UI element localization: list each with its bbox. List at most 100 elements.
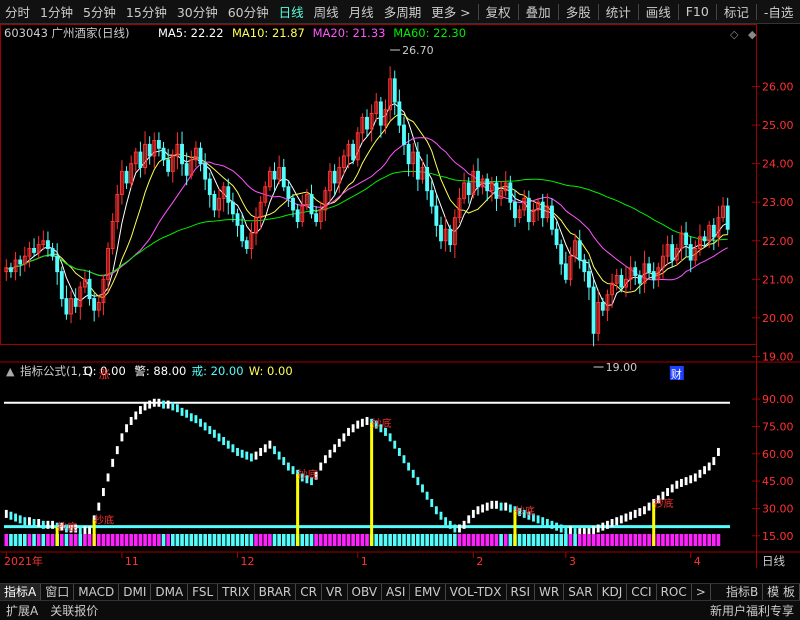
strip-cell <box>508 534 513 546</box>
indicator-block <box>402 455 406 464</box>
indicator-tick-label: 90.00 <box>762 393 794 406</box>
candle-body <box>434 205 439 226</box>
indicator-block <box>606 520 609 529</box>
strip-cell <box>189 534 194 546</box>
indicator-tab-13[interactable]: VOL-TDX <box>446 583 507 601</box>
indicator-block <box>101 488 105 497</box>
indicator-block <box>610 519 614 528</box>
candle-body <box>281 167 286 188</box>
indicator-tab-9[interactable]: VR <box>322 583 348 601</box>
indicator-block <box>717 447 720 456</box>
indicator-tab-18[interactable]: CCI <box>627 583 657 601</box>
tool-button-1[interactable]: 叠加 <box>521 2 556 21</box>
strip-cell <box>712 534 716 546</box>
indicator-tab-8[interactable]: CR <box>296 583 322 601</box>
template-tab-0[interactable]: 指标B <box>722 583 764 601</box>
indicator-tab-20[interactable]: > <box>692 583 711 601</box>
indicator-block <box>643 506 646 515</box>
indicator-tab-3[interactable]: DMI <box>119 583 152 601</box>
tool-button-0[interactable]: 复权 <box>481 2 516 21</box>
strip-cell <box>314 534 318 546</box>
buy-signal-label: 抄底 <box>654 497 674 510</box>
indicator-w: W: 0.00 <box>249 364 293 378</box>
strip-cell <box>661 534 665 546</box>
strip-cell <box>240 534 244 546</box>
indicator-block <box>9 511 13 520</box>
strip-cell <box>157 534 161 546</box>
strip-cell <box>69 534 73 546</box>
indicator-block <box>254 451 258 460</box>
strip-cell <box>527 534 531 546</box>
indicator-block <box>138 406 142 415</box>
template-tab-1[interactable]: 模 板 <box>763 583 800 601</box>
strip-cell <box>46 534 50 546</box>
indicator-block <box>670 484 674 493</box>
indicator-arrow-icon[interactable]: ▲ <box>6 365 15 378</box>
zhang-marker[interactable]: 涨 <box>99 368 110 381</box>
period-tab-4[interactable]: 30分钟 <box>172 2 223 21</box>
strip-cell <box>679 534 684 546</box>
candle-body <box>235 213 240 226</box>
extend-a-button[interactable]: 扩展A <box>0 602 44 619</box>
indicator-tab-17[interactable]: KDJ <box>598 583 628 601</box>
new-user-welfare-link[interactable]: 新用户福利专享 <box>704 602 800 619</box>
period-tab-8[interactable]: 月线 <box>344 2 379 21</box>
indicator-tab-16[interactable]: SAR <box>564 583 598 601</box>
indicator-tab-15[interactable]: WR <box>535 583 565 601</box>
period-tab-0[interactable]: 分时 <box>0 2 35 21</box>
indicator-tab-12[interactable]: EMV <box>410 583 446 601</box>
candle-body <box>670 244 675 261</box>
strip-cell <box>291 534 295 546</box>
strip-cell <box>462 534 466 546</box>
indicator-tab-1[interactable]: 窗口 <box>41 583 75 601</box>
period-tab-3[interactable]: 15分钟 <box>121 2 172 21</box>
candle-body <box>9 267 13 273</box>
indicator-tab-7[interactable]: BRAR <box>255 583 297 601</box>
period-tab-6[interactable]: 日线 <box>274 2 309 21</box>
indicator-tab-19[interactable]: ROC <box>657 583 692 601</box>
strip-cell <box>300 534 305 546</box>
indicator-tab-10[interactable]: OBV <box>348 583 383 601</box>
indicator-block <box>14 513 17 522</box>
diamond-filled-icon[interactable]: ◆ <box>748 28 757 41</box>
candle-body <box>64 298 69 315</box>
candle-body <box>587 271 591 288</box>
strip-cell <box>263 534 268 546</box>
candle-body <box>212 194 217 211</box>
tool-button-5[interactable]: F10 <box>681 4 714 19</box>
linked-quote-button[interactable]: 关联报价 <box>44 602 104 619</box>
period-tab-9[interactable]: 多周期 <box>379 2 427 21</box>
tool-button-3[interactable]: 统计 <box>601 2 636 21</box>
indicator-tab-5[interactable]: FSL <box>188 583 219 601</box>
indicator-block <box>545 519 549 528</box>
chart-area[interactable]: 26.00 25.00 24.00 23.00 22.00 21.00 20.00 19.00… <box>0 24 800 568</box>
indicator-tab-6[interactable]: TRIX <box>218 583 255 601</box>
candle-body <box>513 201 517 219</box>
period-tab-1[interactable]: 1分钟 <box>35 2 78 21</box>
indicator-tab-4[interactable]: DMA <box>151 583 189 601</box>
indicator-block <box>393 440 397 449</box>
indicator-block <box>125 424 128 433</box>
candle-body <box>429 190 434 207</box>
indicator-tab-14[interactable]: RSI <box>507 583 536 601</box>
strip-cell <box>545 534 550 546</box>
strip-cell <box>217 534 221 546</box>
candle-body <box>244 240 249 249</box>
cai-marker[interactable]: 财 <box>671 367 682 381</box>
indicator-block <box>41 520 45 529</box>
tool-button-6[interactable]: 标记 <box>719 2 754 21</box>
period-tab-7[interactable]: 周线 <box>309 2 344 21</box>
indicator-tab-11[interactable]: ASI <box>382 583 411 601</box>
indicator-tab-0[interactable]: 指标A <box>0 583 42 601</box>
price-tick-label: 21.00 <box>762 273 794 286</box>
tool-button-4[interactable]: 画线 <box>641 2 676 21</box>
tool-button-7[interactable]: -自选 <box>759 2 799 21</box>
indicator-tab-2[interactable]: MACD <box>74 583 120 601</box>
period-tab-10[interactable]: 更多 > <box>426 2 475 21</box>
tool-button-2[interactable]: 多股 <box>561 2 596 21</box>
period-tab-2[interactable]: 5分钟 <box>78 2 121 21</box>
diamond-icon[interactable]: ◇ <box>730 28 739 41</box>
period-label[interactable]: 日线 <box>762 554 785 568</box>
indicator-block <box>18 515 22 524</box>
period-tab-5[interactable]: 60分钟 <box>223 2 274 21</box>
